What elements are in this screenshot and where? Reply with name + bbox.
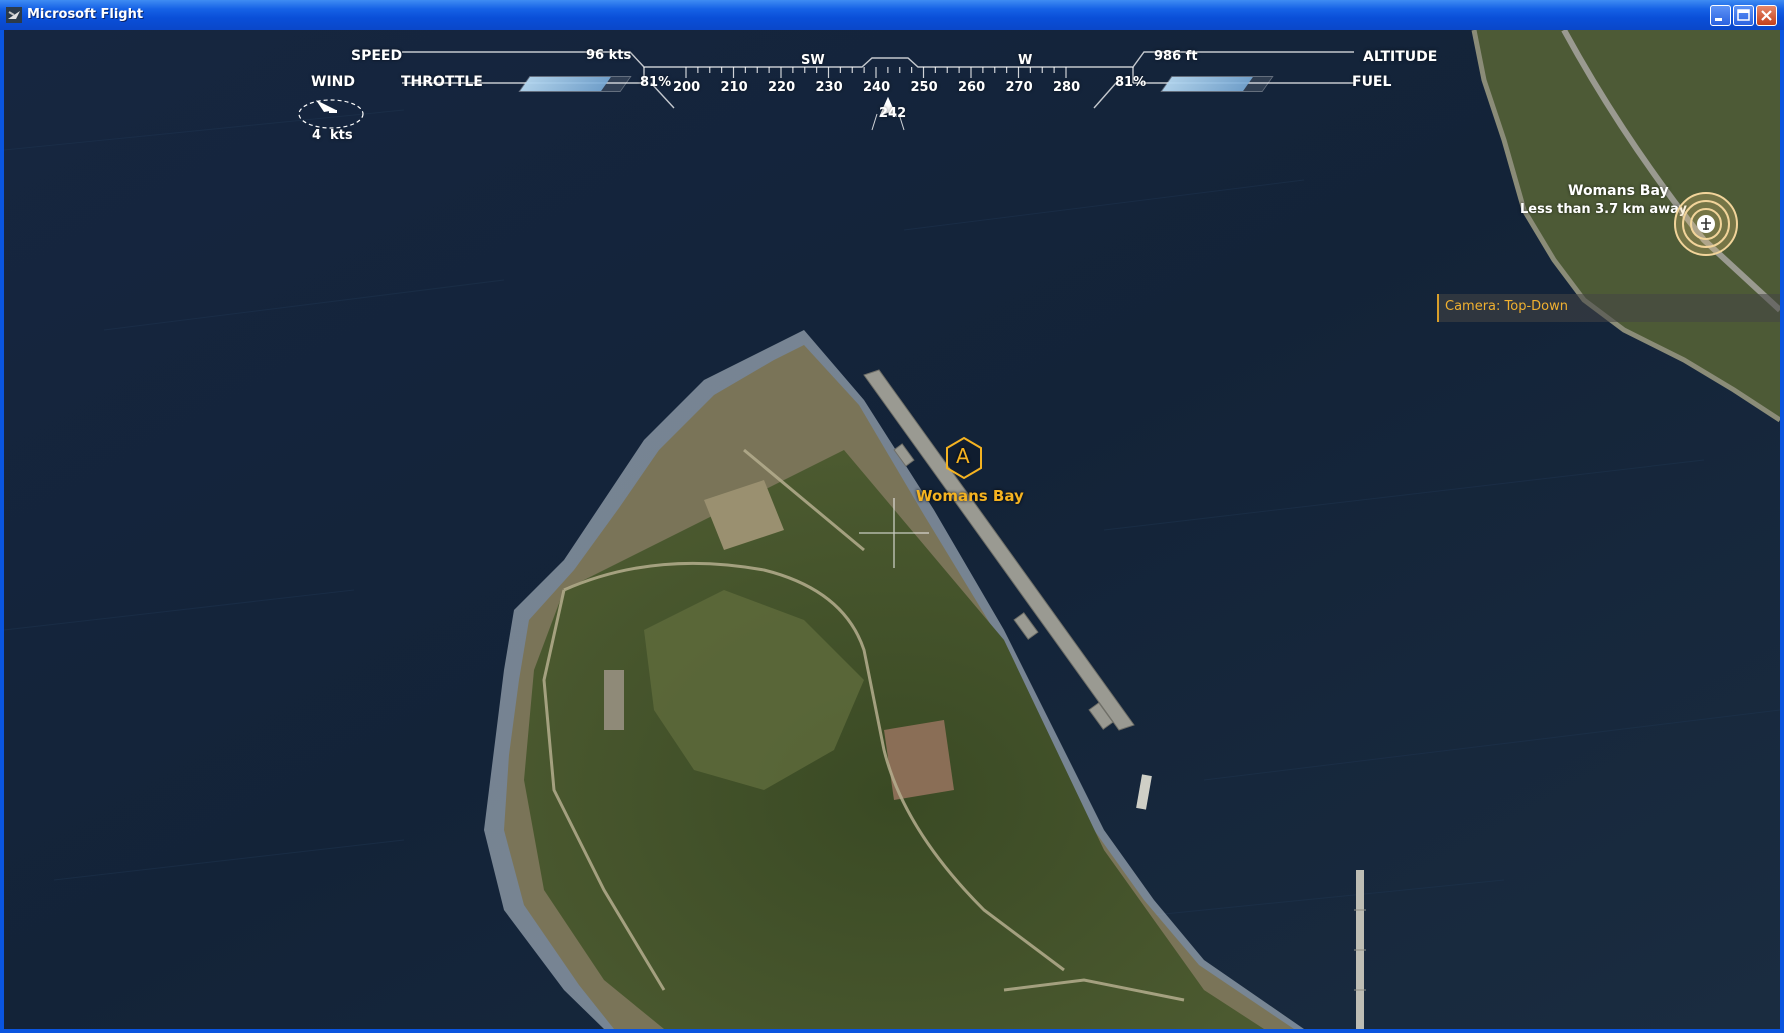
waypoint-letter: A [956,444,970,468]
airport-target-icon[interactable] [1673,191,1739,257]
throttle-bar[interactable] [518,76,632,92]
compass-tick-label: 260 [958,80,986,95]
fuel-fill [1162,77,1253,91]
throttle-fill [520,77,611,91]
compass-tick-label: 220 [768,80,796,95]
compass-tick-label: 250 [910,80,938,95]
wind-value: 4 [312,128,322,143]
compass-tick-label: 230 [815,80,843,95]
compass-tick-label: 210 [720,80,748,95]
crosshair-icon [859,498,929,568]
compass-cardinal-sw: SW [801,53,825,68]
altitude-label: ALTITUDE [1363,49,1438,65]
compass-ticks [685,67,1067,78]
maximize-icon [1737,9,1750,21]
throttle-label: THROTTLE [401,74,483,90]
fuel-value: 81% [1115,75,1147,90]
speed-label: SPEED [351,48,403,64]
destination-distance: Less than 3.7 km away [1520,202,1688,217]
altitude-value: 986 ft [1154,49,1198,64]
camera-label: Camera: Top-Down [1445,299,1568,314]
compass-tick-label: 240 [863,80,891,95]
close-button[interactable] [1756,5,1777,26]
minimize-button[interactable] [1710,5,1731,26]
close-icon [1761,10,1772,21]
compass-cardinal-w: W [1018,53,1033,68]
heading-ribbon [402,51,1354,131]
app-icon [6,7,22,23]
minimize-icon [1715,18,1722,21]
app-window: Microsoft Flight SPEED 96 kts ALTITUDE 9… [0,0,1784,1033]
flight-viewport[interactable]: SPEED 96 kts ALTITUDE 986 ft THROTTLE 81… [4,30,1780,1029]
fuel-bar [1160,76,1274,92]
camera-notification: Camera: Top-Down [1437,294,1780,322]
compass-tick-label: 200 [673,80,701,95]
compass-tick-label: 280 [1053,80,1081,95]
title-bar[interactable]: Microsoft Flight [0,0,1784,30]
wind-unit: kts [330,128,353,143]
speed-value: 96 kts [586,48,632,63]
wind-label: WIND [311,74,355,90]
heading-value: 242 [879,106,907,121]
throttle-value: 81% [640,75,672,90]
compass-tick-label: 270 [1005,80,1033,95]
maximize-button[interactable] [1733,5,1754,26]
fuel-label: FUEL [1352,74,1392,90]
waypoint-name: Womans Bay [916,487,1024,505]
destination-name: Womans Bay [1568,183,1669,199]
window-title: Microsoft Flight [27,7,144,22]
